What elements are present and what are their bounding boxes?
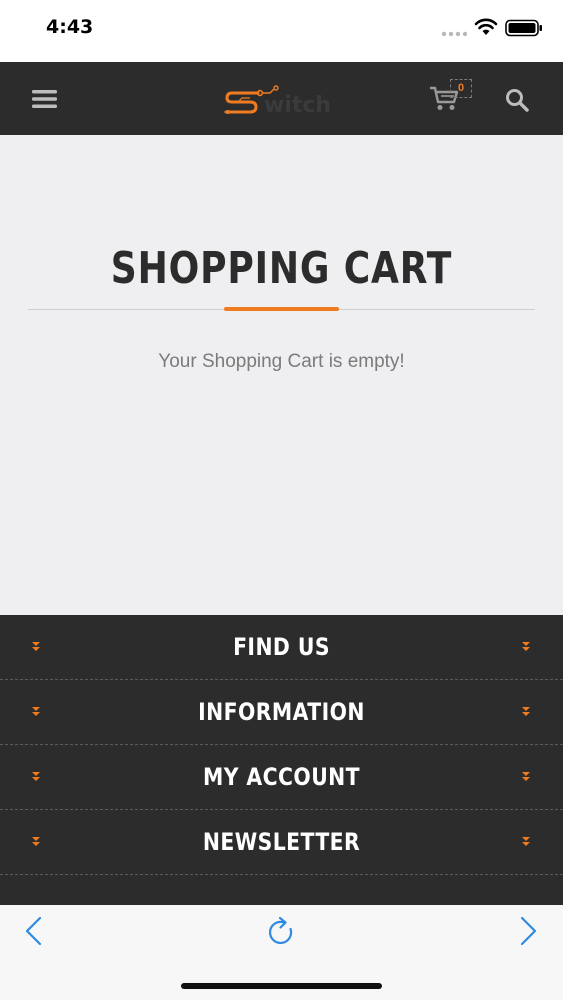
empty-cart-message: Your Shopping Cart is empty! <box>158 351 405 372</box>
page-title: SHOPPING CART <box>110 243 453 294</box>
chevron-down-icon <box>522 707 530 716</box>
battery-icon <box>505 19 542 37</box>
chevron-down-icon <box>522 642 530 651</box>
chevron-down-icon <box>32 707 40 716</box>
search-icon[interactable] <box>505 88 529 112</box>
reload-icon[interactable] <box>264 915 298 949</box>
accordion-label: MY ACCOUNT <box>202 763 361 791</box>
chevron-down-icon <box>32 642 40 651</box>
chevron-down-icon <box>32 772 40 781</box>
cart-count-badge: 0 <box>450 79 472 98</box>
site-header: witch 0 <box>0 62 563 135</box>
title-accent-bar <box>224 307 339 311</box>
svg-text:witch: witch <box>264 93 331 116</box>
hamburger-menu-icon[interactable] <box>32 89 57 109</box>
switch-logo[interactable]: witch <box>224 82 340 116</box>
accordion-information[interactable]: INFORMATION <box>0 680 563 745</box>
accordion-label: NEWSLETTER <box>202 828 361 856</box>
footer-accordion: FIND US INFORMATION MY ACCOUNT NEWSLETTE… <box>0 615 563 905</box>
home-indicator[interactable] <box>181 983 382 989</box>
accordion-label: INFORMATION <box>198 698 365 726</box>
browser-toolbar <box>0 905 563 1000</box>
chevron-down-icon <box>32 837 40 846</box>
accordion-my-account[interactable]: MY ACCOUNT <box>0 745 563 810</box>
back-arrow-icon[interactable] <box>20 914 48 948</box>
status-time: 4:43 <box>46 16 94 38</box>
wifi-icon <box>474 18 498 35</box>
status-bar: 4:43 <box>0 0 563 62</box>
chevron-down-icon <box>522 837 530 846</box>
cellular-signal-icon <box>441 31 467 37</box>
chevron-down-icon <box>522 772 530 781</box>
accordion-label: FIND US <box>233 633 330 661</box>
accordion-find-us[interactable]: FIND US <box>0 615 563 680</box>
forward-arrow-icon[interactable] <box>514 914 542 948</box>
cart-content: SHOPPING CART Your Shopping Cart is empt… <box>0 135 563 615</box>
accordion-newsletter[interactable]: NEWSLETTER <box>0 810 563 875</box>
